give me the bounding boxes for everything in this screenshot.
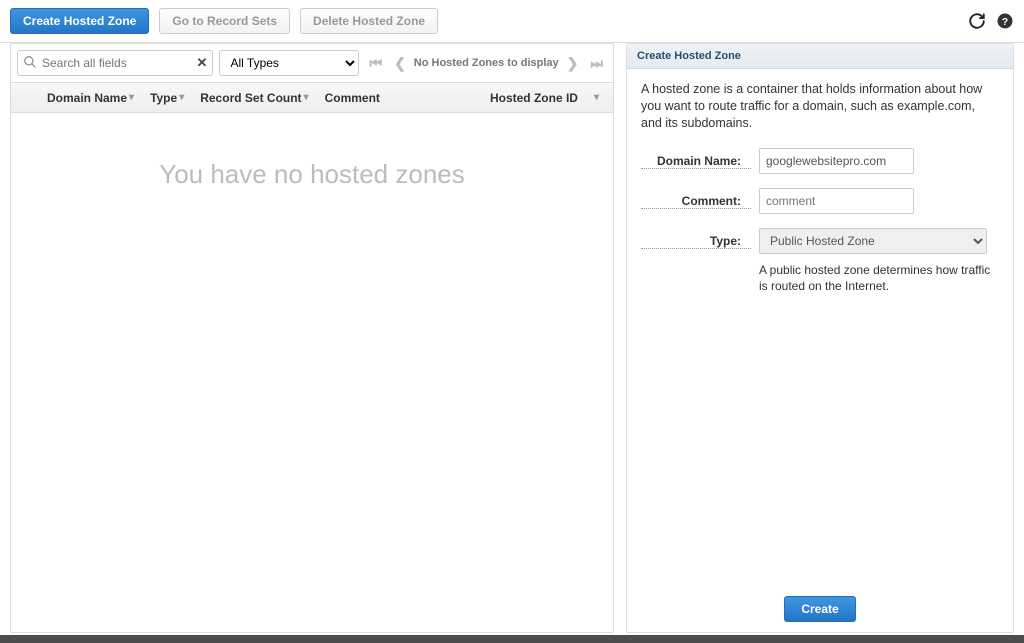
type-helper-text: A public hosted zone determines how traf… [759,262,999,294]
go-to-record-sets-button[interactable]: Go to Record Sets [159,8,290,34]
svg-text:?: ? [1002,16,1008,28]
filter-row: ✕ All Types ⏮ ❮ No Hosted Zones to displ… [11,44,613,83]
right-panel-description: A hosted zone is a container that holds … [627,69,1013,138]
refresh-icon[interactable] [968,12,986,30]
pager-last-icon[interactable]: ⏭ [586,53,607,74]
search-input[interactable] [17,50,213,76]
column-headers: Domain Name▾ Type▾ Record Set Count▾ Com… [11,83,613,113]
col-comment[interactable]: Comment [317,91,482,105]
label-type: Type: [641,228,751,249]
type-filter-select[interactable]: All Types [219,50,359,76]
top-toolbar: Create Hosted Zone Go to Record Sets Del… [0,0,1024,42]
col-record-set-count[interactable]: Record Set Count▾ [192,91,316,105]
pager-next-icon[interactable]: ❯ [563,53,583,74]
search-icon [23,55,37,69]
label-domain-name: Domain Name: [641,148,751,169]
create-hosted-zone-button[interactable]: Create Hosted Zone [10,8,149,34]
bottom-bar [0,635,1024,643]
clear-search-icon[interactable]: ✕ [197,55,208,71]
pager: ⏮ ❮ No Hosted Zones to display ❯ ⏭ [365,53,607,74]
domain-name-input[interactable] [759,148,914,174]
col-domain-name[interactable]: Domain Name▾ [39,91,142,105]
empty-message: You have no hosted zones [11,159,613,190]
create-hosted-zone-panel: Create Hosted Zone A hosted zone is a co… [626,43,1014,633]
type-select[interactable]: Public Hosted Zone [759,228,987,254]
comment-input[interactable] [759,188,914,214]
label-comment: Comment: [641,188,751,209]
col-type[interactable]: Type▾ [142,91,192,105]
delete-hosted-zone-button[interactable]: Delete Hosted Zone [300,8,438,34]
create-button[interactable]: Create [784,596,855,622]
pager-first-icon[interactable]: ⏮ [365,53,386,74]
pager-prev-icon[interactable]: ❮ [390,53,410,74]
help-icon[interactable]: ? [996,12,1014,30]
pager-status: No Hosted Zones to display [414,57,559,69]
hosted-zones-pane: ✕ All Types ⏮ ❮ No Hosted Zones to displ… [10,43,614,633]
col-hosted-zone-id[interactable]: Hosted Zone ID▾ [482,91,607,105]
right-panel-title: Create Hosted Zone [627,44,1013,69]
